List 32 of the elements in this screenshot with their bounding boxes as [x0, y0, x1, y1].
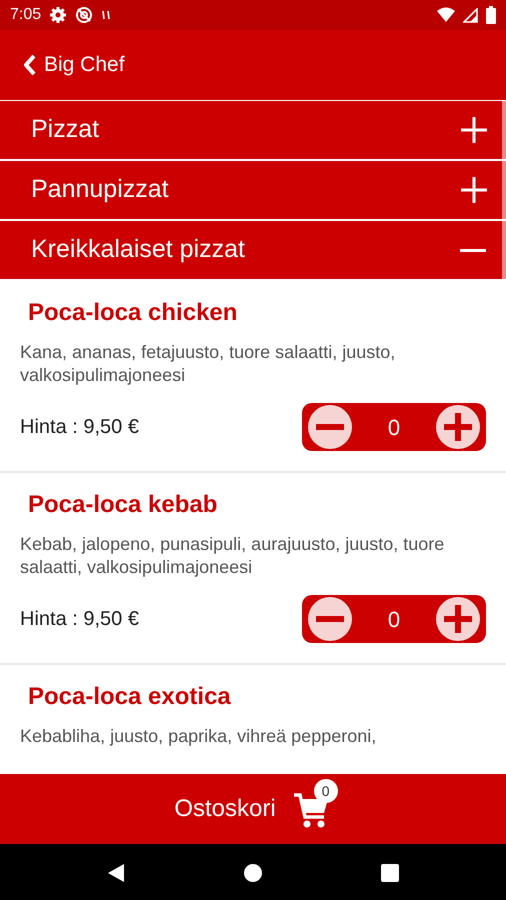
- product-name: Poca-loca exotica: [28, 682, 232, 712]
- cart-button[interactable]: Ostoskori 0: [0, 774, 506, 844]
- product-description: Kebabliha, juusto, paprika, vihreä pepperoni,: [20, 725, 378, 748]
- decrease-button[interactable]: [308, 405, 352, 449]
- price-text: Hinta : 9,50 €: [20, 415, 139, 440]
- category-row[interactable]: Pizzat: [0, 101, 506, 159]
- decrease-button[interactable]: [308, 597, 352, 641]
- clock: 7:05: [10, 5, 42, 25]
- quantity-stepper[interactable]: 0: [302, 595, 486, 643]
- quantity-value: 0: [388, 414, 400, 442]
- sync-off-icon: [75, 6, 94, 24]
- increase-button[interactable]: [436, 405, 480, 449]
- back-button[interactable]: Big Chef: [22, 49, 125, 81]
- quantity-stepper[interactable]: 0: [302, 403, 486, 451]
- wifi-icon: [437, 7, 455, 23]
- increase-button[interactable]: [436, 597, 480, 641]
- category-row[interactable]: Kreikkalaiset pizzat: [0, 221, 506, 279]
- cell-signal-icon: [463, 8, 478, 22]
- signal-marks-icon: [101, 9, 112, 21]
- gear-icon: [49, 6, 68, 24]
- price-text: Hinta : 9,50 €: [20, 607, 139, 632]
- category-row[interactable]: Pannupizzat: [0, 161, 506, 219]
- back-nav-icon[interactable]: [107, 863, 125, 883]
- product-name: Poca-loca kebab: [28, 490, 218, 520]
- battery-icon: [486, 6, 496, 24]
- cart-count-badge: 0: [314, 779, 338, 803]
- back-chevron-icon: [22, 54, 36, 76]
- product-description: Kana, ananas, fetajuusto, tuore salaatti, juusto, valkosipulimajoneesi: [20, 341, 396, 387]
- product-name: Poca-loca chicken: [28, 298, 238, 328]
- home-nav-icon[interactable]: [243, 863, 263, 883]
- product-description: Kebab, jalopeno, punasipuli, aurajuusto, juusto, tuore salaatti, valkosipulimajoneesi: [20, 533, 446, 579]
- quantity-value: 0: [388, 606, 400, 634]
